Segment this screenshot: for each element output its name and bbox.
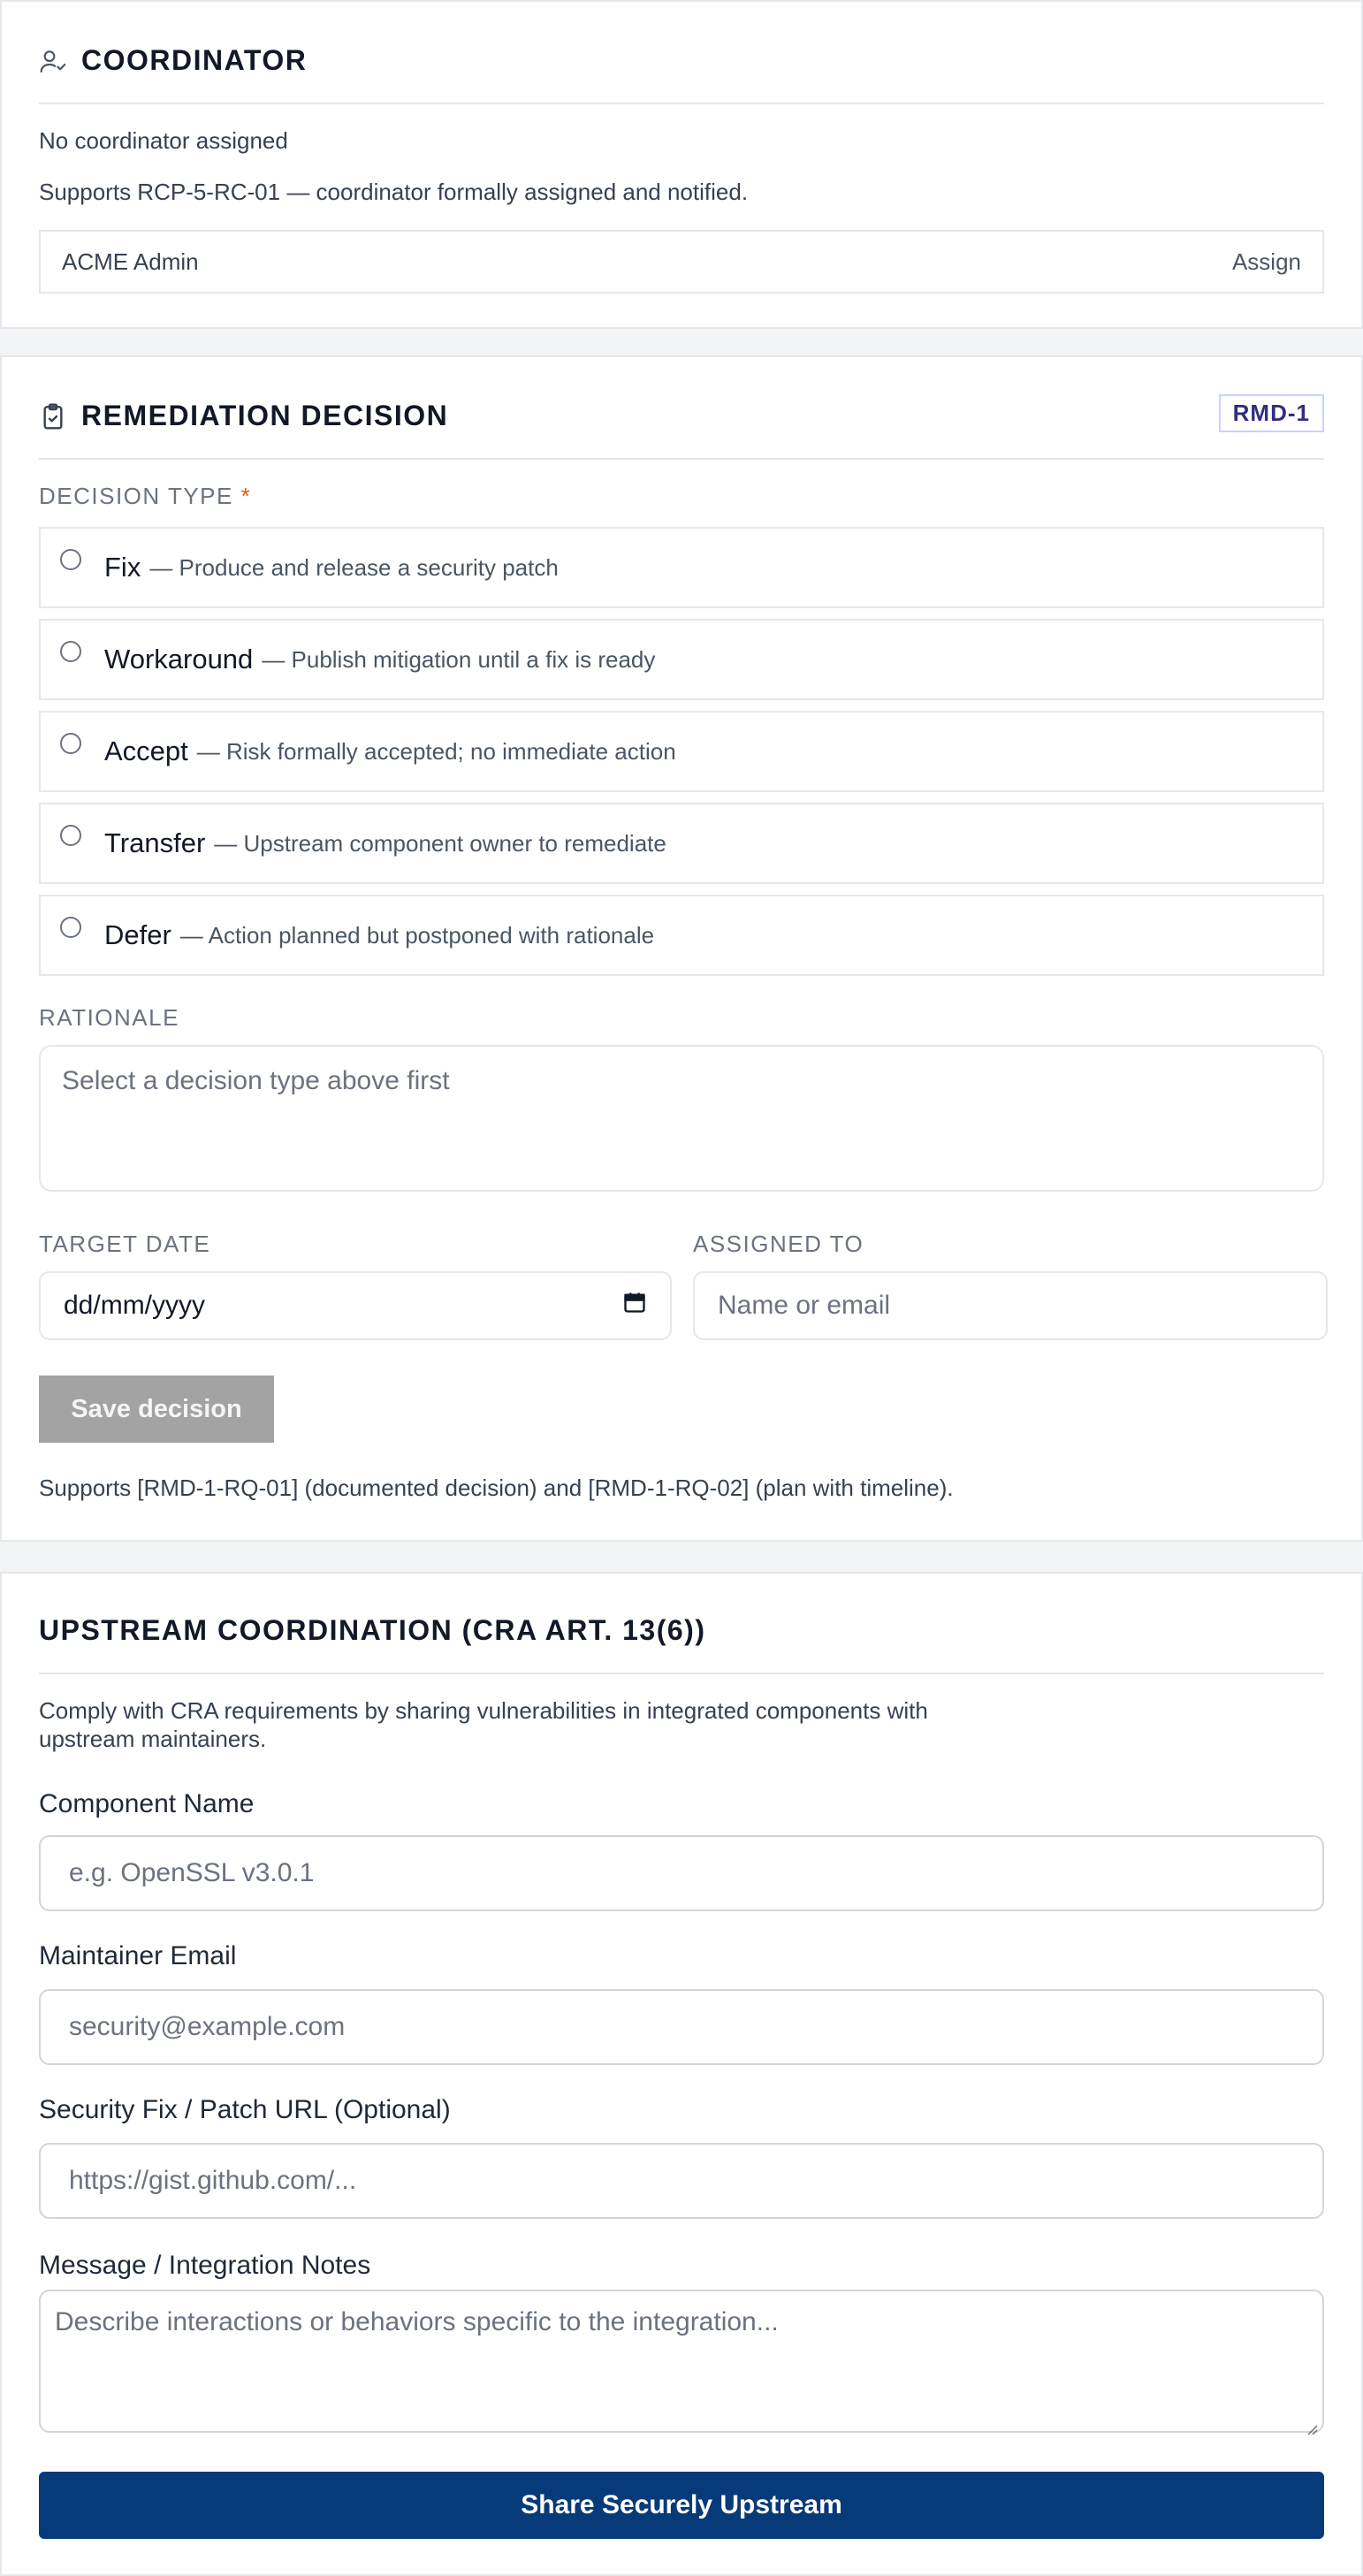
decision-radio-transfer[interactable] — [60, 825, 81, 846]
upstream-description-line1: Comply with CRA requirements by sharing … — [39, 1697, 928, 1724]
calendar-icon[interactable] — [622, 1290, 647, 1322]
coordinator-status: No coordinator assigned — [39, 127, 288, 154]
decision-option-fix[interactable]: Fix — Produce and release a security pat… — [39, 527, 1324, 608]
component-name-input[interactable]: e.g. OpenSSL v3.0.1 — [39, 1835, 1324, 1911]
decision-radio-accept[interactable] — [60, 733, 81, 754]
rationale-label: RATIONALE — [39, 1004, 179, 1031]
decision-type-label: DECISION TYPE * — [39, 483, 251, 510]
remediation-decision-card: REMEDIATION DECISION RMD-1 DECISION TYPE… — [0, 355, 1363, 1542]
resize-handle-icon[interactable] — [1305, 2413, 1319, 2435]
clipboard-check-icon — [39, 402, 67, 431]
coordinator-selected-user[interactable]: ACME Admin — [62, 248, 199, 276]
option-description: — Produce and release a security patch — [149, 553, 559, 581]
coordinator-assign-row: ACME Admin Assign — [39, 230, 1324, 293]
remediation-header: REMEDIATION DECISION — [39, 400, 1324, 432]
option-description: — Publish mitigation until a fix is read… — [262, 645, 656, 673]
option-label: Fix — [104, 552, 141, 583]
assigned-to-input[interactable]: Name or email — [693, 1271, 1328, 1340]
save-decision-button[interactable]: Save decision — [39, 1376, 274, 1443]
rationale-textarea[interactable]: Select a decision type above first — [39, 1045, 1324, 1192]
target-date-label: TARGET DATE — [39, 1231, 211, 1257]
decision-radio-fix[interactable] — [60, 549, 81, 570]
decision-radio-defer[interactable] — [60, 917, 81, 938]
option-label: Transfer — [104, 827, 206, 858]
upstream-header: UPSTREAM COORDINATION (CRA ART. 13(6)) — [39, 1614, 1324, 1647]
required-marker: * — [240, 483, 252, 509]
share-upstream-button[interactable]: Share Securely Upstream — [39, 2472, 1324, 2539]
coordinator-supports-note: Supports RCP-5-RC-01 — coordinator forma… — [39, 179, 749, 205]
decision-option-transfer[interactable]: Transfer — Upstream component owner to r… — [39, 803, 1324, 884]
coordinator-divider — [39, 103, 1324, 104]
coordinator-title: COORDINATOR — [81, 44, 308, 76]
decision-option-workaround[interactable]: Workaround — Publish mitigation until a … — [39, 619, 1324, 700]
target-date-input[interactable]: dd/mm/yyyy — [39, 1271, 672, 1340]
option-label: Accept — [104, 735, 188, 766]
decision-radio-workaround[interactable] — [60, 641, 81, 662]
decision-type-label-text: DECISION TYPE — [39, 483, 233, 509]
patch-url-label: Security Fix / Patch URL (Optional) — [39, 2095, 451, 2124]
assigned-to-label: ASSIGNED TO — [693, 1231, 864, 1257]
upstream-coordination-card: UPSTREAM COORDINATION (CRA ART. 13(6)) C… — [0, 1572, 1363, 2576]
option-label: Defer — [104, 919, 171, 950]
patch-url-input[interactable]: https://gist.github.com/... — [39, 2143, 1324, 2219]
component-name-label: Component Name — [39, 1789, 255, 1818]
maintainer-email-label: Maintainer Email — [39, 1941, 237, 1970]
option-label: Workaround — [104, 644, 254, 674]
option-description: — Upstream component owner to remediate — [214, 829, 666, 857]
decision-option-accept[interactable]: Accept — Risk formally accepted; no imme… — [39, 711, 1324, 792]
user-check-icon — [39, 47, 67, 75]
message-notes-label: Message / Integration Notes — [39, 2251, 371, 2280]
remediation-divider — [39, 458, 1324, 460]
decision-option-defer[interactable]: Defer — Action planned but postponed wit… — [39, 895, 1324, 976]
option-description: — Action planned but postponed with rati… — [179, 921, 655, 949]
upstream-divider — [39, 1673, 1324, 1674]
upstream-description-line2: upstream maintainers. — [39, 1726, 267, 1752]
option-description: — Risk formally accepted; no immediate a… — [196, 737, 676, 765]
rmd-badge: RMD-1 — [1218, 394, 1324, 432]
coordinator-card: COORDINATOR No coordinator assigned Supp… — [0, 0, 1363, 329]
remediation-supports-note: Supports [RMD-1-RQ-01] (documented decis… — [39, 1475, 954, 1501]
message-notes-textarea[interactable]: Describe interactions or behaviors speci… — [39, 2290, 1324, 2435]
maintainer-email-input[interactable]: security@example.com — [39, 1989, 1324, 2065]
assign-button[interactable]: Assign — [1232, 248, 1301, 276]
target-date-value: dd/mm/yyyy — [64, 1291, 206, 1320]
coordinator-header: COORDINATOR — [39, 44, 1324, 77]
remediation-title: REMEDIATION DECISION — [81, 400, 449, 431]
message-notes-placeholder: Describe interactions or behaviors speci… — [55, 2307, 779, 2336]
upstream-title: UPSTREAM COORDINATION (CRA ART. 13(6)) — [39, 1614, 706, 1646]
